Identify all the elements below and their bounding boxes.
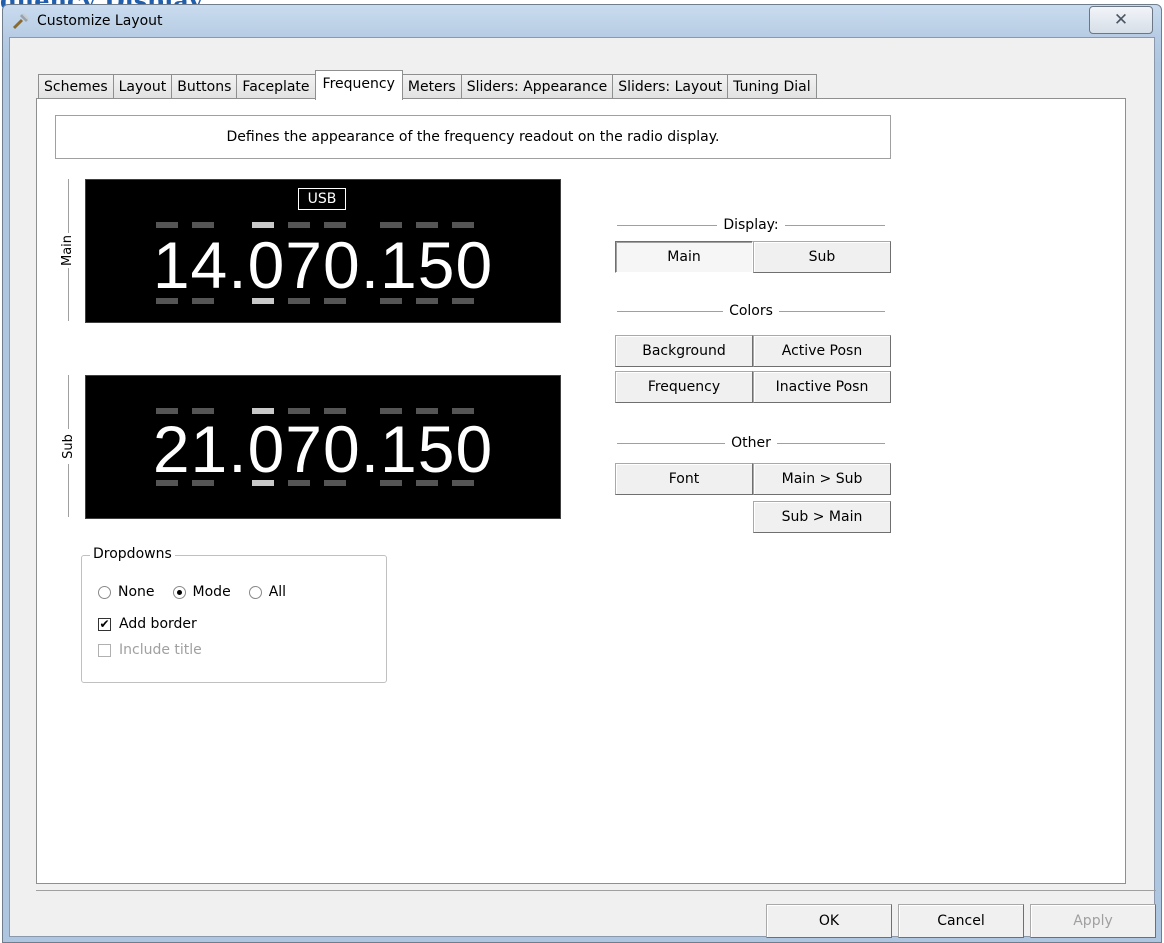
radio-mode-label: Mode xyxy=(192,584,231,600)
radio-button[interactable] xyxy=(248,585,262,599)
dialog-client-area: Schemes Layout Buttons Faceplate Frequen… xyxy=(9,37,1156,938)
background-color-button[interactable]: Background xyxy=(615,335,753,367)
position-marker xyxy=(380,480,402,486)
main-label-text: Main xyxy=(60,234,76,266)
sub-frequency-readout: 21.070.150 xyxy=(152,412,494,486)
display-main-button[interactable]: Main xyxy=(615,241,753,273)
apply-button: Apply xyxy=(1030,904,1156,938)
font-button[interactable]: Font xyxy=(615,463,753,495)
active-position-marker xyxy=(252,298,274,304)
position-marker xyxy=(380,298,402,304)
add-border-checkbox-row[interactable]: ✔ Add border xyxy=(98,616,197,632)
tab-layout[interactable]: Layout xyxy=(112,74,173,100)
frequency-color-button[interactable]: Frequency xyxy=(615,371,753,403)
ok-button[interactable]: OK xyxy=(766,904,892,938)
position-marker xyxy=(324,298,346,304)
position-marker xyxy=(324,480,346,486)
tab-faceplate[interactable]: Faceplate xyxy=(236,74,316,100)
dropdowns-group-title: Dropdowns xyxy=(90,546,175,562)
radio-none-label: None xyxy=(118,584,155,600)
radio-button-selected[interactable] xyxy=(172,585,186,599)
position-marker xyxy=(452,480,474,486)
display-section-title: Display: xyxy=(723,217,779,233)
sub-to-main-button[interactable]: Sub > Main xyxy=(753,501,891,533)
main-frequency-display[interactable]: USB 14.070.150 xyxy=(85,179,561,323)
sub-label-text: Sub xyxy=(60,433,76,459)
inactive-posn-color-button[interactable]: Inactive Posn xyxy=(753,371,891,403)
tab-buttons[interactable]: Buttons xyxy=(171,74,238,100)
position-marker xyxy=(156,480,178,486)
radio-mode[interactable]: Mode xyxy=(172,584,231,600)
radio-all-label: All xyxy=(268,584,287,600)
radio-button[interactable] xyxy=(98,585,111,599)
active-position-marker xyxy=(252,480,274,486)
close-button[interactable]: ✕ xyxy=(1089,6,1153,34)
tab-meters[interactable]: Meters xyxy=(401,74,462,100)
radio-none[interactable]: None xyxy=(98,584,155,600)
active-posn-color-button[interactable]: Active Posn xyxy=(753,335,891,367)
tab-strip: Schemes Layout Buttons Faceplate Frequen… xyxy=(38,70,817,100)
display-sub-button[interactable]: Sub xyxy=(753,241,891,273)
position-marker xyxy=(452,298,474,304)
colors-section-title: Colors xyxy=(729,303,773,319)
tab-sliders-layout[interactable]: Sliders: Layout xyxy=(612,74,729,100)
position-marker xyxy=(192,480,214,486)
add-border-label: Add border xyxy=(119,616,197,632)
footer-divider xyxy=(36,890,1156,891)
colors-section-header: Colors xyxy=(611,301,891,321)
include-title-label: Include title xyxy=(119,642,202,658)
include-title-checkbox xyxy=(98,643,111,657)
checkmark-icon: ✔ xyxy=(99,617,110,631)
main-preview-label: Main xyxy=(59,179,77,321)
tab-sliders-appearance[interactable]: Sliders: Appearance xyxy=(460,74,614,100)
tools-icon xyxy=(12,13,29,30)
main-to-sub-button[interactable]: Main > Sub xyxy=(753,463,891,495)
display-section-header: Display: xyxy=(611,215,891,235)
dropdown-mode-options: None Mode All xyxy=(98,584,304,600)
description-box: Defines the appearance of the frequency … xyxy=(55,115,891,159)
title-bar[interactable]: Customize Layout ✕ xyxy=(3,5,1161,37)
customize-layout-window: Customize Layout ✕ Schemes Layout Button… xyxy=(2,4,1162,943)
add-border-checkbox[interactable]: ✔ xyxy=(98,617,111,631)
cancel-button[interactable]: Cancel xyxy=(898,904,1024,938)
radio-all[interactable]: All xyxy=(248,584,287,600)
dropdowns-groupbox: Dropdowns None Mode All ✔ Add border Inc… xyxy=(81,546,387,683)
sub-frequency-display[interactable]: 21.070.150 xyxy=(85,375,561,519)
include-title-checkbox-row: Include title xyxy=(98,642,202,658)
position-marker xyxy=(156,298,178,304)
frequency-tab-panel: Defines the appearance of the frequency … xyxy=(36,98,1126,884)
position-marker xyxy=(416,480,438,486)
main-frequency-readout: 14.070.150 xyxy=(152,228,494,302)
window-title: Customize Layout xyxy=(37,13,163,29)
tab-frequency[interactable]: Frequency xyxy=(314,70,403,100)
mode-indicator[interactable]: USB xyxy=(298,188,346,210)
position-marker xyxy=(288,480,310,486)
position-marker xyxy=(288,298,310,304)
sub-preview-label: Sub xyxy=(59,375,77,517)
tab-tuning-dial[interactable]: Tuning Dial xyxy=(727,74,817,100)
position-marker xyxy=(416,298,438,304)
close-icon: ✕ xyxy=(1113,10,1129,30)
other-section-title: Other xyxy=(731,435,771,451)
tab-schemes[interactable]: Schemes xyxy=(38,74,114,100)
position-marker xyxy=(192,298,214,304)
other-section-header: Other xyxy=(611,433,891,453)
